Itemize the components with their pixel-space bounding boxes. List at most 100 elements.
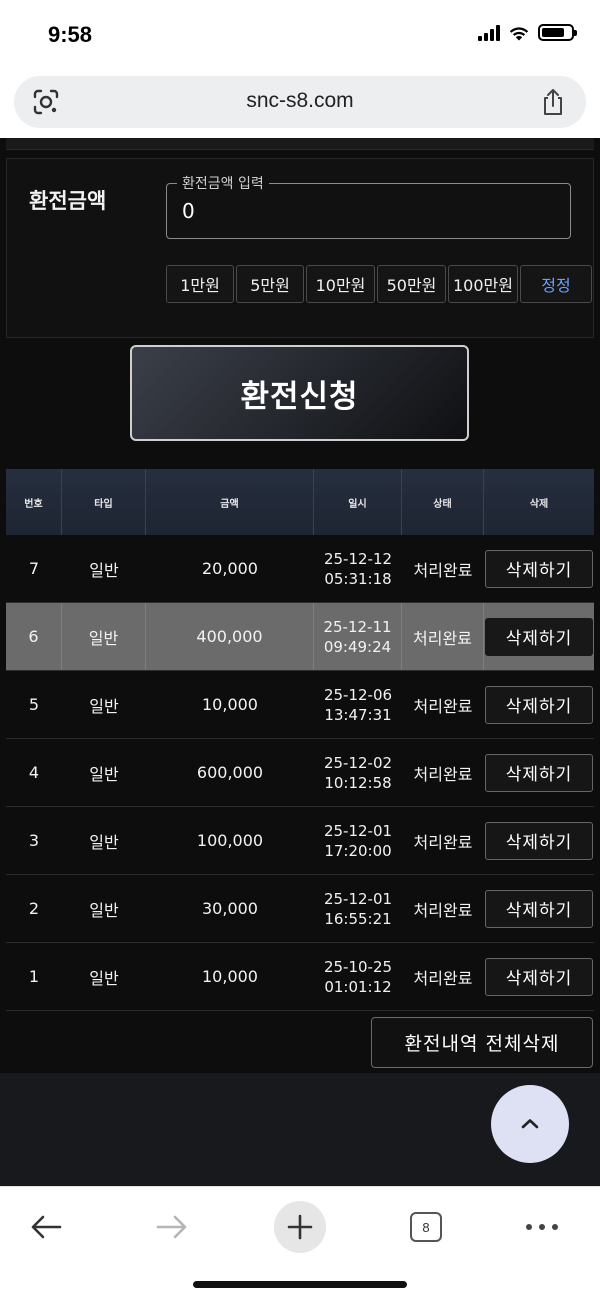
delete-button[interactable]: 삭제하기 bbox=[485, 753, 593, 792]
row-time: 10:12:58 bbox=[324, 773, 392, 792]
row-date: 25-12-12 bbox=[323, 549, 393, 568]
new-tab-circle bbox=[274, 1201, 326, 1253]
row-number: 2 bbox=[28, 899, 40, 918]
tab-count: 8 bbox=[410, 1212, 442, 1242]
header-number: 번호 bbox=[6, 469, 62, 535]
arrow-left-icon bbox=[31, 1215, 62, 1239]
row-date: 25-12-01 bbox=[323, 821, 393, 840]
row-number: 3 bbox=[28, 831, 40, 850]
row-amount: 30,000 bbox=[202, 899, 258, 918]
row-datetime: 25-12-11 09:49:24 bbox=[314, 603, 402, 670]
exchange-history-table: 번호 타입 금액 일시 상태 삭제 7 일반 20,000 25-12-12 05… bbox=[6, 469, 594, 1011]
row-number: 6 bbox=[6, 603, 62, 670]
row-delete-cell: 삭제하기 bbox=[484, 807, 594, 874]
more-dots-icon bbox=[526, 1224, 558, 1230]
row-datetime: 25-12-01 17:20:00 bbox=[314, 807, 402, 874]
header-type: 타입 bbox=[62, 469, 146, 535]
row-date: 25-12-01 bbox=[323, 889, 393, 908]
page-content: 환전금액 환전금액 입력 0 1만원 5만원 10만원 50만원 100만원 정… bbox=[0, 138, 600, 1186]
header-delete: 삭제 bbox=[529, 498, 549, 510]
row-amount: 600,000 bbox=[196, 763, 264, 782]
table-row: 3 일반 100,000 25-12-01 17:20:00 처리완료 삭제하기 bbox=[6, 807, 594, 875]
row-status: 처리완료 bbox=[413, 900, 473, 920]
quick-amount-buttons: 1만원 5만원 10만원 50만원 100만원 정정 bbox=[166, 265, 592, 303]
table-row: 4 일반 600,000 25-12-02 10:12:58 처리완료 삭제하기 bbox=[6, 739, 594, 807]
row-delete-cell: 삭제하기 bbox=[484, 875, 594, 942]
exchange-submit-button[interactable]: 환전신청 bbox=[130, 345, 469, 441]
row-datetime: 25-12-01 16:55:21 bbox=[314, 875, 402, 942]
address-bar[interactable]: snc-s8.com bbox=[14, 76, 586, 128]
row-type: 일반 bbox=[89, 832, 119, 852]
battery-icon bbox=[538, 24, 577, 41]
header-status: 상태 bbox=[402, 469, 484, 535]
table-row: 7 일반 20,000 25-12-12 05:31:18 처리완료 삭제하기 bbox=[6, 535, 594, 603]
new-tab-button[interactable] bbox=[270, 1197, 330, 1257]
header-datetime: 일시 bbox=[314, 469, 402, 535]
home-indicator bbox=[193, 1281, 407, 1288]
row-date: 25-10-25 bbox=[323, 957, 393, 976]
row-number: 1 bbox=[28, 967, 40, 986]
quick-amount-5man-button[interactable]: 5만원 bbox=[236, 265, 304, 303]
row-time: 17:20:00 bbox=[324, 841, 392, 860]
url-text[interactable]: snc-s8.com bbox=[14, 89, 586, 113]
row-status: 처리완료 bbox=[413, 696, 473, 716]
row-date: 25-12-02 bbox=[323, 753, 393, 772]
row-status: 처리완료 bbox=[413, 832, 473, 852]
wifi-icon bbox=[509, 26, 529, 40]
clear-all-history-button[interactable]: 환전내역 전체삭제 bbox=[371, 1017, 593, 1068]
delete-button[interactable]: 삭제하기 bbox=[485, 685, 593, 724]
quick-amount-1man-button[interactable]: 1만원 bbox=[166, 265, 234, 303]
table-row-highlighted: 6 일반 400,000 25-12-11 09:49:24 처리완료 삭제하기 bbox=[6, 603, 594, 671]
row-amount: 10,000 bbox=[202, 967, 258, 986]
row-datetime: 25-12-02 10:12:58 bbox=[314, 739, 402, 806]
delete-button[interactable]: 삭제하기 bbox=[485, 957, 593, 996]
back-button[interactable] bbox=[16, 1197, 76, 1257]
input-value[interactable]: 0 bbox=[182, 199, 195, 223]
row-date: 25-12-11 bbox=[323, 617, 392, 636]
row-delete-cell: 삭제하기 bbox=[484, 943, 594, 1010]
row-amount: 20,000 bbox=[202, 559, 258, 578]
more-menu-button[interactable] bbox=[512, 1197, 572, 1257]
exchange-amount-input[interactable]: 환전금액 입력 0 bbox=[166, 173, 571, 239]
row-type: 일반 bbox=[89, 968, 119, 988]
delete-button[interactable]: 삭제하기 bbox=[485, 821, 593, 860]
signal-icon bbox=[478, 24, 500, 41]
header-amount: 금액 bbox=[146, 469, 314, 535]
row-amount: 10,000 bbox=[202, 695, 258, 714]
table-row: 1 일반 10,000 25-10-25 01:01:12 처리완료 삭제하기 bbox=[6, 943, 594, 1011]
row-amount: 100,000 bbox=[196, 831, 264, 850]
status-time: 9:58 bbox=[48, 22, 93, 47]
plus-icon bbox=[287, 1214, 313, 1240]
row-number: 7 bbox=[28, 559, 40, 578]
tabs-button[interactable]: 8 bbox=[396, 1197, 456, 1257]
top-strip bbox=[6, 138, 594, 150]
exchange-amount-label: 환전금액 bbox=[29, 189, 107, 213]
arrow-right-icon bbox=[156, 1215, 187, 1239]
row-number: 4 bbox=[28, 763, 40, 782]
row-status: 처리완료 bbox=[413, 560, 473, 580]
share-icon[interactable] bbox=[540, 87, 566, 117]
quick-amount-50man-button[interactable]: 50만원 bbox=[377, 265, 446, 303]
reset-button[interactable]: 정정 bbox=[520, 265, 592, 303]
row-time: 01:01:12 bbox=[324, 977, 392, 996]
scroll-to-top-button[interactable] bbox=[491, 1085, 569, 1163]
row-time: 09:49:24 bbox=[323, 637, 392, 656]
row-delete-cell: 삭제하기 bbox=[484, 535, 594, 602]
row-datetime: 25-12-06 13:47:31 bbox=[314, 671, 402, 738]
row-type: 일반 bbox=[89, 560, 119, 580]
row-type: 일반 bbox=[89, 696, 119, 716]
quick-amount-100man-button[interactable]: 100만원 bbox=[448, 265, 518, 303]
quick-amount-10man-button[interactable]: 10만원 bbox=[306, 265, 375, 303]
status-bar: 9:58 bbox=[0, 0, 600, 70]
row-date: 25-12-06 bbox=[323, 685, 393, 704]
delete-button[interactable]: 삭제하기 bbox=[485, 549, 593, 588]
forward-button[interactable] bbox=[142, 1197, 202, 1257]
delete-button[interactable]: 삭제하기 bbox=[485, 617, 593, 656]
row-type: 일반 bbox=[89, 764, 119, 784]
row-time: 16:55:21 bbox=[324, 909, 392, 928]
row-type: 일반 bbox=[89, 900, 119, 920]
row-time: 13:47:31 bbox=[324, 705, 392, 724]
exchange-amount-panel: 환전금액 환전금액 입력 0 1만원 5만원 10만원 50만원 100만원 정… bbox=[6, 158, 594, 338]
delete-button[interactable]: 삭제하기 bbox=[485, 889, 593, 928]
row-amount: 400,000 bbox=[146, 603, 314, 670]
